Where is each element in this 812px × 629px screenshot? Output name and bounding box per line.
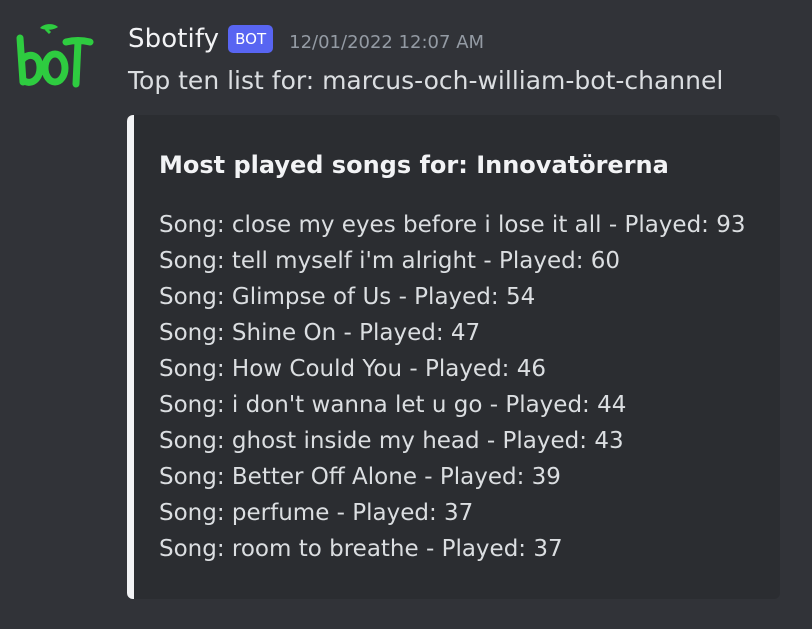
- list-item: Song: Glimpse of Us - Played: 54: [159, 284, 536, 310]
- embed-song-list: Song: close my eyes before i lose it all…: [159, 207, 746, 567]
- timestamp[interactable]: 12/01/2022 12:07 AM: [289, 32, 484, 53]
- bot-tag: BOT: [228, 25, 274, 53]
- list-item: Song: Shine On - Played: 47: [159, 320, 481, 346]
- list-item: Song: How Could You - Played: 46: [159, 356, 547, 382]
- bot-logo-icon: [16, 24, 94, 88]
- message-content: Top ten list for: marcus-och-william-bot…: [128, 66, 724, 95]
- bot-avatar[interactable]: [10, 20, 94, 100]
- list-item: Song: perfume - Played: 37: [159, 500, 474, 526]
- list-item: Song: ghost inside my head - Played: 43: [159, 428, 624, 454]
- message-header: Sbotify BOT 12/01/2022 12:07 AM: [128, 19, 484, 59]
- chat-message: Sbotify BOT 12/01/2022 12:07 AM Top ten …: [0, 0, 812, 629]
- embed-title: Most played songs for: Innovatörerna: [159, 151, 669, 179]
- embed-accent-bar: [127, 115, 134, 599]
- list-item: Song: i don't wanna let u go - Played: 4…: [159, 392, 627, 418]
- username[interactable]: Sbotify: [128, 24, 219, 54]
- embed: Most played songs for: Innovatörerna Son…: [127, 115, 780, 599]
- list-item: Song: close my eyes before i lose it all…: [159, 212, 746, 238]
- list-item: Song: tell myself i'm alright - Played: …: [159, 248, 621, 274]
- list-item: Song: room to breathe - Played: 37: [159, 536, 563, 562]
- list-item: Song: Better Off Alone - Played: 39: [159, 464, 561, 490]
